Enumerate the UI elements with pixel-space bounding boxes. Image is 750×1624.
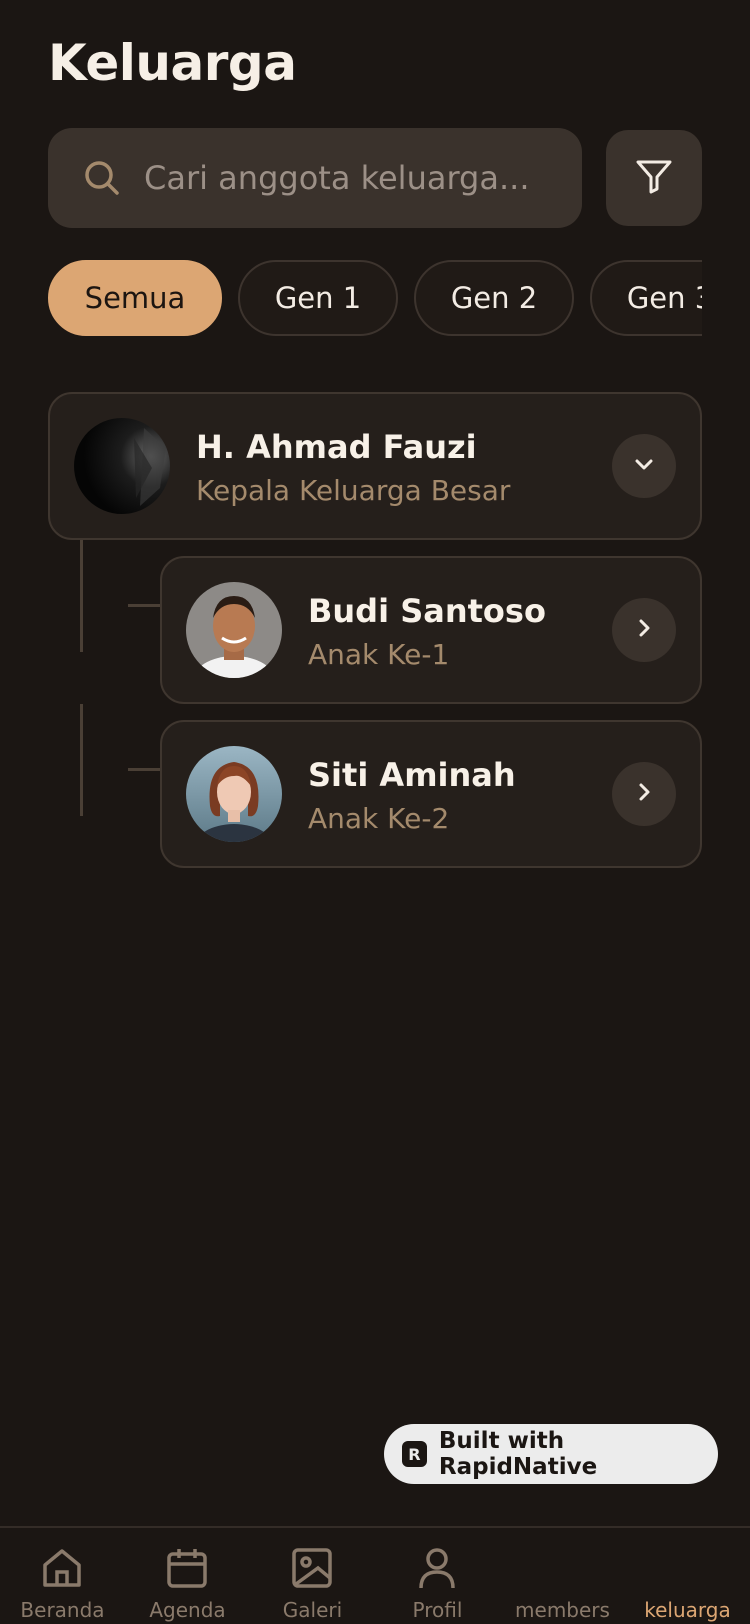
tab-label: Agenda [149,1598,226,1622]
tree-connector [128,768,160,771]
family-root-card[interactable]: H. Ahmad Fauzi Kepala Keluarga Besar [48,392,702,540]
tab-label: Galeri [282,1598,343,1622]
image-icon [290,1546,334,1590]
member-name: H. Ahmad Fauzi [196,428,477,466]
tab-label: keluarga [644,1598,731,1622]
member-role: Anak Ke-2 [308,802,450,835]
member-name: Siti Aminah [308,756,516,794]
built-with-badge[interactable]: R Built with RapidNative [384,1424,718,1484]
chevron-down-icon [632,452,656,480]
chip-gen-1[interactable]: Gen 1 [238,260,398,336]
tab-agenda[interactable]: Agenda [125,1528,250,1624]
tree-connector [128,604,160,607]
bottom-tab-bar: Beranda Agenda Galeri Profil members kel… [0,1526,750,1624]
tab-label: members [515,1598,610,1622]
member-role: Anak Ke-1 [308,638,450,671]
filter-icon [634,156,674,200]
search-icon [84,160,120,196]
tab-label: Profil [412,1598,463,1622]
tab-beranda[interactable]: Beranda [0,1528,125,1624]
expand-button[interactable] [612,434,676,498]
tab-label: Beranda [20,1598,105,1622]
tree-connector [80,540,83,652]
open-member-button[interactable] [612,598,676,662]
tab-keluarga[interactable]: keluarga [625,1528,750,1624]
tree-connector [80,704,83,816]
filter-button[interactable] [606,130,702,226]
generation-filter-chips: Semua Gen 1 Gen 2 Gen 3 [48,260,702,336]
tab-members[interactable]: members [500,1528,625,1624]
family-member-card[interactable]: Siti Aminah Anak Ke-2 [160,720,702,868]
chip-gen-3[interactable]: Gen 3 [590,260,702,336]
tab-galeri[interactable]: Galeri [250,1528,375,1624]
tab-profil[interactable]: Profil [375,1528,500,1624]
chip-gen-2[interactable]: Gen 2 [414,260,574,336]
page-title: Keluarga [48,34,297,92]
chip-semua[interactable]: Semua [48,260,222,336]
member-role: Kepala Keluarga Besar [196,474,511,507]
rapidnative-logo-icon: R [402,1441,427,1467]
chevron-right-icon [632,780,656,808]
member-name: Budi Santoso [308,592,546,630]
avatar [186,582,282,678]
badge-label: Built with RapidNative [438,1428,598,1480]
family-member-card[interactable]: Budi Santoso Anak Ke-1 [160,556,702,704]
open-member-button[interactable] [612,762,676,826]
avatar [74,418,170,514]
calendar-icon [165,1546,209,1590]
home-icon [40,1546,84,1590]
chevron-right-icon [632,616,656,644]
search-input[interactable] [144,128,564,228]
avatar [186,746,282,842]
user-icon [415,1546,459,1590]
search-bar[interactable] [48,128,582,228]
